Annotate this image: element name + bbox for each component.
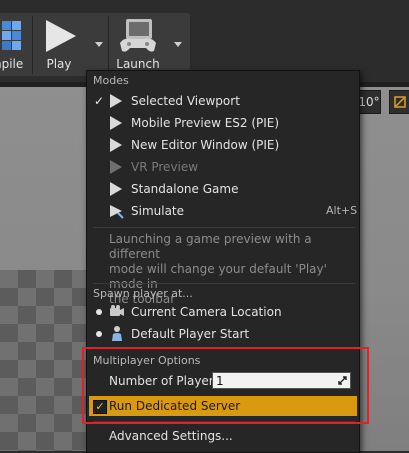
mode-label: Mobile Preview ES2 (PIE) [131,116,280,130]
resize-icon [394,96,406,108]
radio-selected-icon [96,331,102,337]
launch-options-arrow[interactable] [174,42,182,47]
checkmark-icon: ✓ [94,94,105,108]
mode-item-vr-preview: VR Preview [89,156,357,178]
spawn-section-title: Spawn player at... [93,287,193,300]
launch-label: Launch [116,57,160,71]
annotation-highlight-box [82,347,369,424]
spawn-label: Current Camera Location [131,305,282,319]
shortcut-label: Alt+S [326,204,358,217]
launch-button[interactable]: Launch [112,15,164,75]
vr-play-icon [110,160,122,174]
modes-section-title: Modes [93,74,129,87]
toolbar-divider [108,16,109,74]
mobile-play-icon [110,116,122,130]
compile-icon [2,21,21,50]
play-icon [46,20,76,52]
player-start-icon [112,326,122,341]
simulate-icon [110,205,124,219]
play-button[interactable]: Play [36,15,86,75]
mode-label: Selected Viewport [131,94,240,108]
mode-label: VR Preview [131,160,199,174]
standalone-play-icon [110,182,122,196]
mode-label: Simulate [131,204,185,218]
spawn-option-default-player-start[interactable]: Default Player Start [89,323,357,345]
play-label: Play [46,57,72,71]
camera-icon [110,305,124,316]
mode-label: Standalone Game [131,182,239,196]
window-play-icon [110,138,122,152]
description-line: Launching a game preview with a differen… [109,232,312,261]
compile-label: npile [0,57,24,71]
launch-icon [120,19,156,52]
compile-button[interactable]: npile [0,15,30,75]
toolbar-divider [32,16,33,74]
menu-divider [93,227,355,228]
radio-selected-icon [96,309,102,315]
menu-divider [93,283,355,284]
mode-item-simulate[interactable]: Simulate Alt+S [89,200,357,222]
advanced-settings-item[interactable]: Advanced Settings... [109,425,233,447]
play-icon [110,94,122,108]
mode-label: New Editor Window (PIE) [131,138,280,152]
mode-item-mobile-preview[interactable]: Mobile Preview ES2 (PIE) [89,112,357,134]
spawn-option-current-camera[interactable]: Current Camera Location [89,301,357,323]
mode-item-selected-viewport[interactable]: ✓ Selected Viewport [89,90,357,112]
mode-item-standalone-game[interactable]: Standalone Game [89,178,357,200]
viewport-option-button[interactable] [389,90,409,114]
spawn-label: Default Player Start [131,327,250,341]
mode-item-new-editor-window[interactable]: New Editor Window (PIE) [89,134,357,156]
play-options-arrow[interactable] [95,42,103,47]
rotation-snap-value[interactable]: 10° [357,90,381,114]
